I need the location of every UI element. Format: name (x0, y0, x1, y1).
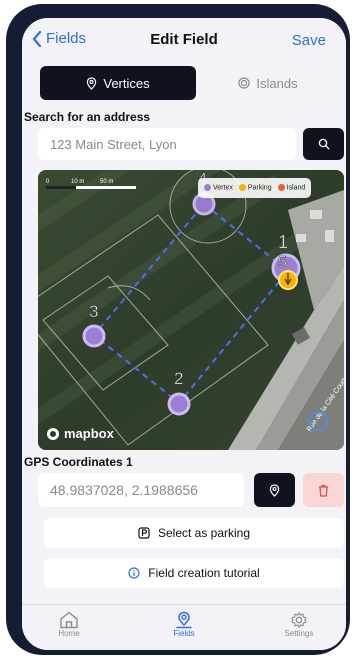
scale-label-50: 50 m (100, 179, 114, 185)
address-search-value: 123 Main Street, Lyon (50, 136, 177, 152)
scale-bar (46, 186, 136, 189)
select-as-parking-label: Select as parking (157, 526, 251, 540)
legend-item-parking: Parking (238, 184, 272, 192)
gps-coordinates-input[interactable]: 48.9837028, 2.1988656 (38, 473, 244, 507)
gps-label: GPS Coordinates 1 (24, 455, 133, 469)
mapbox-logo: mapbox (46, 426, 114, 441)
legend-item-vertex: Vertex (204, 184, 233, 192)
search-button[interactable] (303, 128, 344, 160)
svg-text:i: i (316, 417, 318, 428)
save-button[interactable]: Save (292, 32, 326, 49)
vertex-label-2: 2 (174, 369, 183, 388)
parking-sign-icon (138, 527, 150, 539)
delete-vertex-button[interactable] (303, 473, 344, 507)
locate-button[interactable] (254, 473, 295, 507)
mode-segmented-control: Vertices Islands (40, 66, 340, 100)
fields-icon (176, 611, 192, 629)
satellite-map[interactable]: Rue de la Cité Court 4 1 5 (38, 170, 344, 450)
tab-vertices[interactable]: Vertices (40, 66, 196, 100)
home-icon (60, 611, 78, 629)
search-label: Search for an address (24, 110, 151, 124)
navigation-bar: Fields Edit Field Save (22, 18, 346, 62)
island-target-icon (238, 77, 250, 89)
legend-item-island: Island (277, 184, 305, 192)
field-creation-tutorial-label: Field creation tutorial (148, 566, 260, 580)
phone-frame: Fields Edit Field Save Vertices Islands … (6, 4, 350, 655)
tab-fields[interactable]: Fields (149, 611, 219, 638)
tab-islands-label: Islands (256, 75, 298, 91)
tab-settings-label: Settings (284, 629, 314, 638)
address-search-input[interactable]: 123 Main Street, Lyon (38, 128, 296, 160)
scale-label-10: 10 m (71, 179, 85, 185)
scale-labels: 0 10 m 50 m (46, 179, 113, 185)
scale-label-0: 0 (46, 179, 50, 185)
parking-marker[interactable] (278, 270, 298, 290)
tab-home-label: Home (58, 629, 80, 638)
tab-home[interactable]: Home (34, 611, 104, 638)
tab-fields-label: Fields (173, 629, 195, 638)
trash-icon (319, 484, 328, 497)
mapbox-icon (47, 427, 59, 440)
info-icon (128, 567, 140, 579)
tab-settings[interactable]: Settings (264, 611, 334, 638)
field-creation-tutorial-button[interactable]: Field creation tutorial (44, 558, 344, 588)
location-pin-icon (269, 483, 280, 497)
bottom-tab-bar: Home Fields Settings (22, 604, 346, 650)
search-icon (318, 138, 329, 150)
vertex-label-1: 1 (278, 232, 288, 252)
app-screen: Fields Edit Field Save Vertices Islands … (22, 18, 346, 650)
select-as-parking-button[interactable]: Select as parking (44, 518, 344, 548)
vertex-label-3: 3 (89, 302, 98, 321)
gps-coordinates-value: 48.9837028, 2.1988656 (50, 482, 198, 498)
location-pin-icon (87, 76, 97, 90)
gear-icon (291, 612, 307, 628)
map-canvas: Rue de la Cité Court 4 1 5 (38, 170, 344, 450)
map-legend: Vertex Parking Island (198, 178, 312, 198)
tab-islands[interactable]: Islands (196, 66, 340, 100)
mapbox-wordmark: mapbox (64, 426, 114, 441)
tab-vertices-label: Vertices (103, 75, 150, 91)
vertex-label-5: 5 (278, 254, 287, 271)
